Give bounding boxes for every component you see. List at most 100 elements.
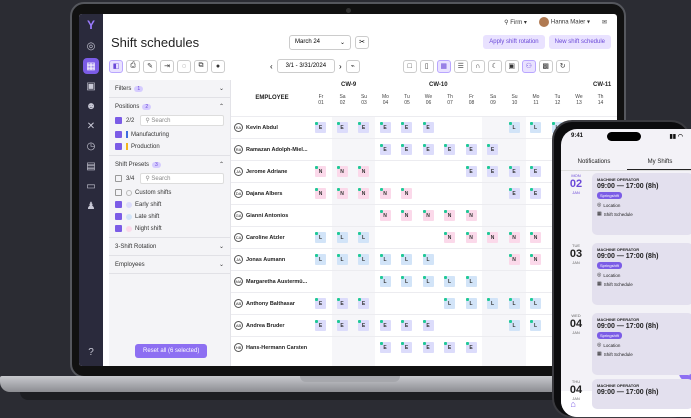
- shift-cell[interactable]: N: [530, 232, 541, 243]
- presets-search-input[interactable]: ⚲ Search: [140, 173, 224, 184]
- prev-icon[interactable]: ‹: [270, 62, 273, 71]
- table-row[interactable]: DA Dajana Albers: [231, 182, 313, 204]
- next-icon[interactable]: ›: [339, 62, 342, 71]
- shift-cell[interactable]: E: [315, 320, 326, 331]
- date-range[interactable]: 3/1 - 3/31/2024: [276, 59, 336, 73]
- shift-cell[interactable]: E: [422, 342, 434, 353]
- shift-cell[interactable]: E: [508, 188, 520, 199]
- chevron-up-icon[interactable]: ⌃: [219, 103, 224, 110]
- shift-cell[interactable]: E: [530, 188, 541, 199]
- shift-cell[interactable]: N: [315, 166, 326, 177]
- shift-cell[interactable]: N: [444, 232, 455, 243]
- shift-cell[interactable]: E: [465, 166, 477, 177]
- arrow-icon[interactable]: ⇥: [160, 59, 174, 73]
- table-row[interactable]: GA Gianni Antonios: [231, 204, 313, 226]
- moon-icon[interactable]: ☾: [487, 59, 502, 73]
- shift-cell[interactable]: E: [379, 342, 391, 353]
- shift-cell[interactable]: E: [508, 166, 520, 177]
- shift-cell[interactable]: N: [508, 232, 520, 243]
- chat-icon[interactable]: ✉: [602, 19, 607, 26]
- shift-cell[interactable]: N: [315, 188, 326, 199]
- shift-cell[interactable]: L: [401, 254, 412, 265]
- shift-cell[interactable]: L: [422, 254, 434, 265]
- shift-cell[interactable]: E: [487, 166, 498, 177]
- shift-cell[interactable]: N: [465, 210, 477, 221]
- employees-section[interactable]: Employees ⌄: [109, 256, 230, 274]
- shift-cell[interactable]: L: [444, 276, 455, 287]
- user-menu[interactable]: Hanna Maier ▾: [538, 17, 590, 27]
- shift-list-item[interactable]: MON 02 JAN MACHINE OPERATOR 09:00 — 17:00 (8…: [561, 173, 691, 235]
- shift-list-item[interactable]: THU 04 JAN MACHINE OPERATOR 09:00 — 17:00 (8…: [561, 379, 691, 409]
- shift-cell[interactable]: E: [379, 144, 391, 155]
- table-row[interactable]: CA Caroline Atzler: [231, 226, 313, 248]
- shift-cell[interactable]: E: [422, 122, 434, 133]
- tools-icon[interactable]: ✕: [79, 116, 103, 136]
- shift-cell[interactable]: N: [530, 254, 541, 265]
- shift-cell[interactable]: E: [379, 320, 391, 331]
- shift-cell[interactable]: E: [358, 298, 369, 309]
- checkbox[interactable]: [115, 143, 122, 150]
- clock-icon[interactable]: ◷: [79, 136, 103, 156]
- view-day-icon[interactable]: □: [402, 59, 417, 73]
- shift-cell[interactable]: N: [379, 210, 391, 221]
- shift-cell[interactable]: E: [444, 342, 455, 353]
- shift-cell[interactable]: E: [487, 144, 498, 155]
- contacts-icon[interactable]: ▣: [79, 76, 103, 96]
- shift-cell[interactable]: N: [444, 210, 455, 221]
- help-icon[interactable]: ?: [79, 342, 103, 362]
- filters-section[interactable]: Filters 1 ⌄: [109, 80, 230, 98]
- apply-rotation-button[interactable]: Apply shift rotation: [483, 35, 545, 49]
- shift-cell[interactable]: L: [336, 232, 348, 243]
- company-selector[interactable]: ⚲ Firm ▾: [504, 19, 527, 26]
- checkbox[interactable]: [115, 213, 122, 220]
- shift-list-item[interactable]: TUE 03 JAN MACHINE OPERATOR 09:00 — 17:00 (8…: [561, 243, 691, 305]
- shift-cell[interactable]: E: [530, 166, 541, 177]
- shift-cell[interactable]: E: [401, 342, 412, 353]
- tab-notifications[interactable]: Notifications: [561, 159, 627, 170]
- shift-cell[interactable]: E: [315, 298, 326, 309]
- shift-cell[interactable]: L: [315, 232, 326, 243]
- shift-cell[interactable]: N: [336, 166, 348, 177]
- shift-cell[interactable]: N: [358, 188, 369, 199]
- shift-cell[interactable]: E: [358, 320, 369, 331]
- shift-cell[interactable]: E: [336, 122, 348, 133]
- shift-cell[interactable]: L: [530, 298, 541, 309]
- people-icon[interactable]: ⚇: [521, 59, 536, 73]
- bag-icon[interactable]: ▣: [504, 59, 519, 73]
- shift-cell[interactable]: L: [422, 276, 434, 287]
- shift-cell[interactable]: N: [358, 166, 369, 177]
- shift-cell[interactable]: L: [530, 122, 541, 133]
- positions-search-input[interactable]: ⚲ Search: [140, 115, 224, 126]
- panel-toggle-icon[interactable]: ◧: [109, 59, 123, 73]
- grid-icon[interactable]: ▩: [538, 59, 553, 73]
- document-icon[interactable]: ▤: [79, 156, 103, 176]
- tab-my-shifts[interactable]: My Shifts: [627, 159, 691, 170]
- shift-cell[interactable]: L: [508, 122, 520, 133]
- month-select[interactable]: March 24 ⌄: [289, 34, 351, 50]
- shift-cell[interactable]: N: [422, 210, 434, 221]
- shift-cell[interactable]: L: [336, 254, 348, 265]
- shift-cell[interactable]: L: [465, 276, 477, 287]
- shift-cell[interactable]: N: [401, 188, 412, 199]
- shift-cell[interactable]: E: [422, 320, 434, 331]
- user-add-icon[interactable]: ♟: [79, 196, 103, 216]
- view-list-icon[interactable]: ☰: [453, 59, 468, 73]
- shift-cell[interactable]: E: [315, 122, 326, 133]
- print-icon[interactable]: ⎙: [126, 59, 140, 73]
- rotation-section[interactable]: 3-Shift Rotation ⌄: [109, 238, 230, 256]
- shift-cell[interactable]: L: [530, 320, 541, 331]
- shift-cell[interactable]: L: [487, 298, 498, 309]
- shift-cell[interactable]: L: [508, 320, 520, 331]
- table-row[interactable]: AB Andrea Bruder: [231, 314, 313, 336]
- positions-select-all[interactable]: [115, 117, 122, 124]
- magnet-icon[interactable]: ∩: [470, 59, 485, 73]
- tools-button[interactable]: ✂: [355, 35, 369, 49]
- hide-icon[interactable]: ◌: [177, 59, 191, 73]
- shift-cell[interactable]: L: [401, 276, 412, 287]
- shift-card[interactable]: MACHINE OPERATOR 09:00 — 17:00 (8h) Spring…: [592, 173, 691, 235]
- shift-cell[interactable]: N: [379, 188, 391, 199]
- shift-cell[interactable]: N: [465, 232, 477, 243]
- table-row[interactable]: HB Hans-Hermann Carsten: [231, 336, 313, 358]
- shift-cell[interactable]: E: [401, 122, 412, 133]
- edit-icon[interactable]: ✎: [143, 59, 157, 73]
